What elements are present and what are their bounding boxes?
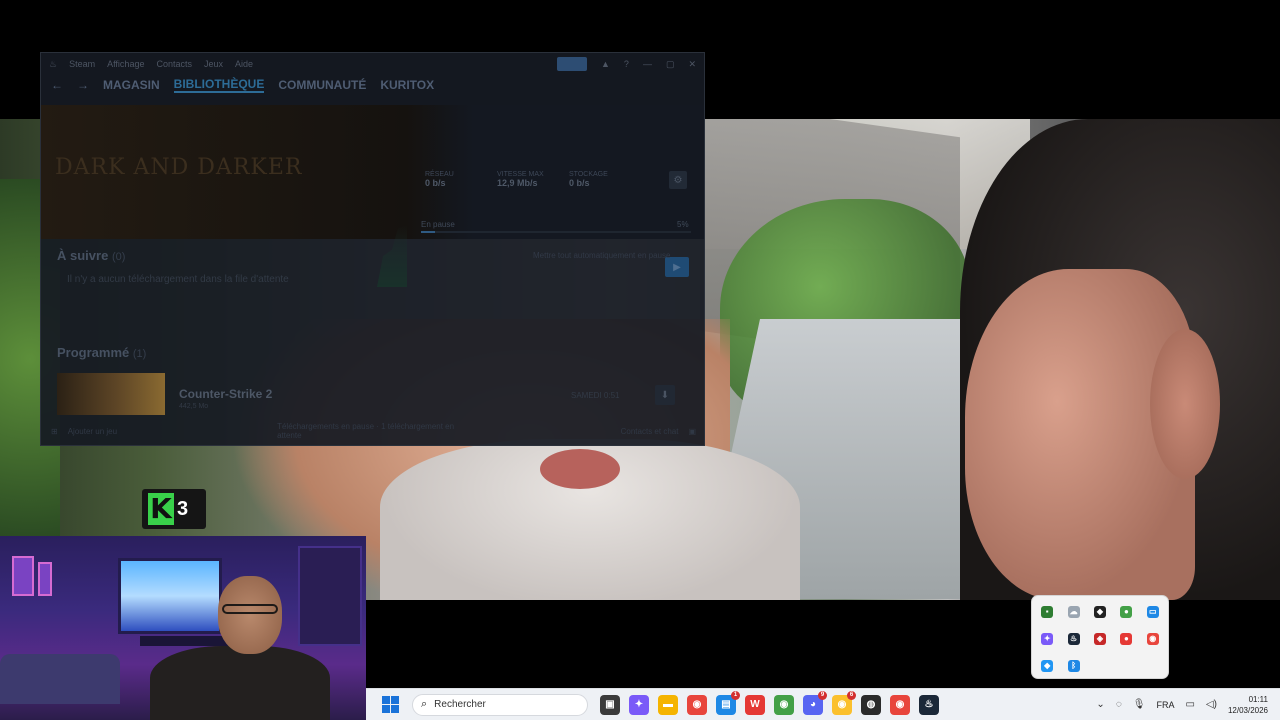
copilot-tray-icon[interactable]: ✦ (1034, 625, 1060, 652)
app-red-icon[interactable]: ◆ (1087, 598, 1113, 625)
copilot-icon[interactable]: ✦ (629, 694, 649, 715)
scheduled-time: SAMEDI 0:51 (571, 391, 620, 400)
discord-icon[interactable]: ◕ 9 (803, 690, 827, 715)
bluetooth-icon[interactable]: ᛒ (1060, 652, 1086, 679)
game-size: 442,5 Mo (179, 403, 209, 410)
nvidia-icon[interactable]: ▪ (1034, 598, 1060, 625)
queue-title: À suivre (0) (57, 248, 126, 263)
nav-store[interactable]: MAGASIN (103, 78, 160, 92)
settings-gear-icon[interactable]: ⚙ (669, 171, 687, 189)
hidden-eye-icon[interactable]: ◌ (1116, 699, 1122, 710)
storage-stat: STOCKAGE 0 b/s (569, 171, 608, 188)
notification-badge: 6 (847, 690, 856, 700)
help-icon[interactable]: ? (624, 59, 629, 69)
download-banner: DARK AND DARKER RÉSEAU 0 b/s VITESSE MAX 1… (41, 105, 704, 287)
steam-icon[interactable]: ♨ (919, 694, 939, 715)
notification-badge: 1 (731, 690, 740, 700)
notification-badge: 9 (818, 690, 827, 700)
progress-percent: 5% (677, 220, 689, 229)
security-tray-icon[interactable]: ◆ (1034, 652, 1060, 679)
game-thumbnail (57, 373, 165, 415)
volume-icon[interactable]: ◁) (1206, 699, 1217, 710)
nav-profile[interactable]: KURITOX (380, 78, 434, 92)
search-placeholder: Rechercher (434, 699, 486, 710)
green-status-icon[interactable]: ● (1113, 598, 1139, 625)
chrome-profile-2-icon[interactable]: ◉ (774, 694, 794, 715)
language-indicator[interactable]: FRA (1156, 700, 1174, 710)
menu-contacts[interactable]: Contacts (156, 59, 192, 69)
webcam-feed (0, 536, 366, 720)
progress-status: En pause (421, 220, 455, 229)
task-view-icon[interactable]: ▣ (600, 694, 620, 715)
resume-play-button[interactable]: ▶ (665, 257, 689, 277)
taskbar: ⌕ Rechercher ▣ ✦ ▬ ◉ ▤ 1 W ◉ ◕ 9 ◉ 6 ◍ ◉ ♨ ⌄ ◌ 🎙 FRA ▭… (366, 688, 1280, 720)
network-icon[interactable]: ▭ (1185, 699, 1194, 710)
search-icon: ⌕ (421, 698, 428, 710)
steam-footer: ⊞ Ajouter un jeu Téléchargements en paus… (41, 417, 704, 445)
forward-arrow-icon[interactable]: → (77, 78, 89, 92)
obs-icon[interactable]: ◍ (861, 694, 881, 715)
clock[interactable]: 01:11 12/03/2026 (1228, 694, 1268, 716)
windows-start-icon[interactable] (378, 693, 402, 717)
speed-stat: VITESSE MAX 12,9 Mb/s (497, 171, 544, 188)
scheduled-game-row[interactable]: Counter-Strike 2 442,5 Mo SAMEDI 0:51 ⬇ (57, 373, 697, 415)
broadcast-button[interactable] (557, 57, 587, 71)
onedrive-icon[interactable]: ☁ (1060, 598, 1086, 625)
steam-window[interactable]: ♨ Steam Affichage Contacts Jeux Aide ▲ ?… (40, 52, 705, 446)
steam-tray-icon[interactable]: ♨ (1060, 625, 1086, 652)
download-graph (377, 225, 407, 287)
menu-steam[interactable]: Steam (69, 59, 95, 69)
chrome-profile-4-icon[interactable]: ◉ (890, 694, 910, 715)
queue-empty-text: Il n'y a aucun téléchargement dans la fi… (67, 274, 289, 285)
downloads-status[interactable]: Téléchargements en pause · 1 téléchargem… (277, 422, 477, 440)
pinned-apps: ▣ ✦ ▬ ◉ ▤ 1 W ◉ ◕ 9 ◉ 6 ◍ ◉ ♨ (600, 690, 939, 715)
download-icon[interactable]: ⬇ (655, 385, 675, 405)
monitor-icon[interactable]: ▭ (1140, 598, 1166, 625)
friends-chat-link[interactable]: Contacts et chat (621, 427, 679, 436)
pause-all-link[interactable]: Mettre tout automatiquement en pause (533, 251, 670, 260)
chrome-tray-icon[interactable]: ◉ (1140, 625, 1166, 652)
chrome-icon[interactable]: ◉ (687, 694, 707, 715)
menu-jeux[interactable]: Jeux (204, 59, 223, 69)
maximize-icon[interactable]: ▢ (666, 59, 675, 70)
record-tray-icon[interactable]: ● (1113, 625, 1139, 652)
wps-office-icon[interactable]: W (745, 694, 765, 715)
game-logo: DARK AND DARKER (55, 155, 303, 180)
nav-library[interactable]: BIBLIOTHÈQUE (173, 77, 265, 93)
steam-titlebar: ♨ Steam Affichage Contacts Jeux Aide ▲ ?… (41, 53, 704, 75)
add-game-icon[interactable]: ⊞ (51, 427, 58, 436)
channel-logo: K 3 (142, 489, 206, 529)
logo-letter: K (148, 493, 174, 525)
game-name[interactable]: Counter-Strike 2 (179, 387, 272, 401)
nav-community[interactable]: COMMUNAUTÉ (278, 78, 366, 92)
menu-aide[interactable]: Aide (235, 59, 253, 69)
shield-tray-icon[interactable]: ◈ (1087, 625, 1113, 652)
close-icon[interactable]: ✕ (688, 59, 696, 70)
network-stat: RÉSEAU 0 b/s (425, 171, 454, 188)
chevron-up-icon[interactable]: ⌄ (1096, 699, 1104, 710)
steam-nav: ← → MAGASIN BIBLIOTHÈQUE COMMUNAUTÉ KURI… (41, 75, 704, 95)
minimize-icon[interactable]: — (643, 59, 652, 69)
steam-logo-icon: ♨ (49, 58, 58, 69)
chrome-profile-3-icon[interactable]: ◉ 6 (832, 690, 856, 715)
back-arrow-icon[interactable]: ← (51, 78, 63, 92)
app-blue-icon[interactable]: ▤ 1 (716, 690, 740, 715)
taskbar-search[interactable]: ⌕ Rechercher (412, 693, 588, 716)
add-game-link[interactable]: Ajouter un jeu (68, 427, 117, 436)
system-tray: ⌄ ◌ 🎙 FRA ▭ ◁) 01:11 12/03/2026 (1096, 694, 1280, 716)
progress-bar (421, 231, 691, 233)
notification-icon[interactable]: ▲ (601, 59, 610, 69)
chat-icon[interactable]: ▣ (688, 427, 696, 436)
tray-overflow-popup: ▪ ☁ ◆ ● ▭ ✦ ♨ ◈ ● ◉ ◆ ᛒ (1031, 595, 1169, 679)
microphone-icon[interactable]: 🎙 (1133, 699, 1146, 710)
scheduled-title: Programmé (1) (57, 345, 147, 360)
menu-affichage[interactable]: Affichage (107, 59, 144, 69)
file-explorer-icon[interactable]: ▬ (658, 694, 678, 715)
logo-number: 3 (177, 497, 189, 520)
